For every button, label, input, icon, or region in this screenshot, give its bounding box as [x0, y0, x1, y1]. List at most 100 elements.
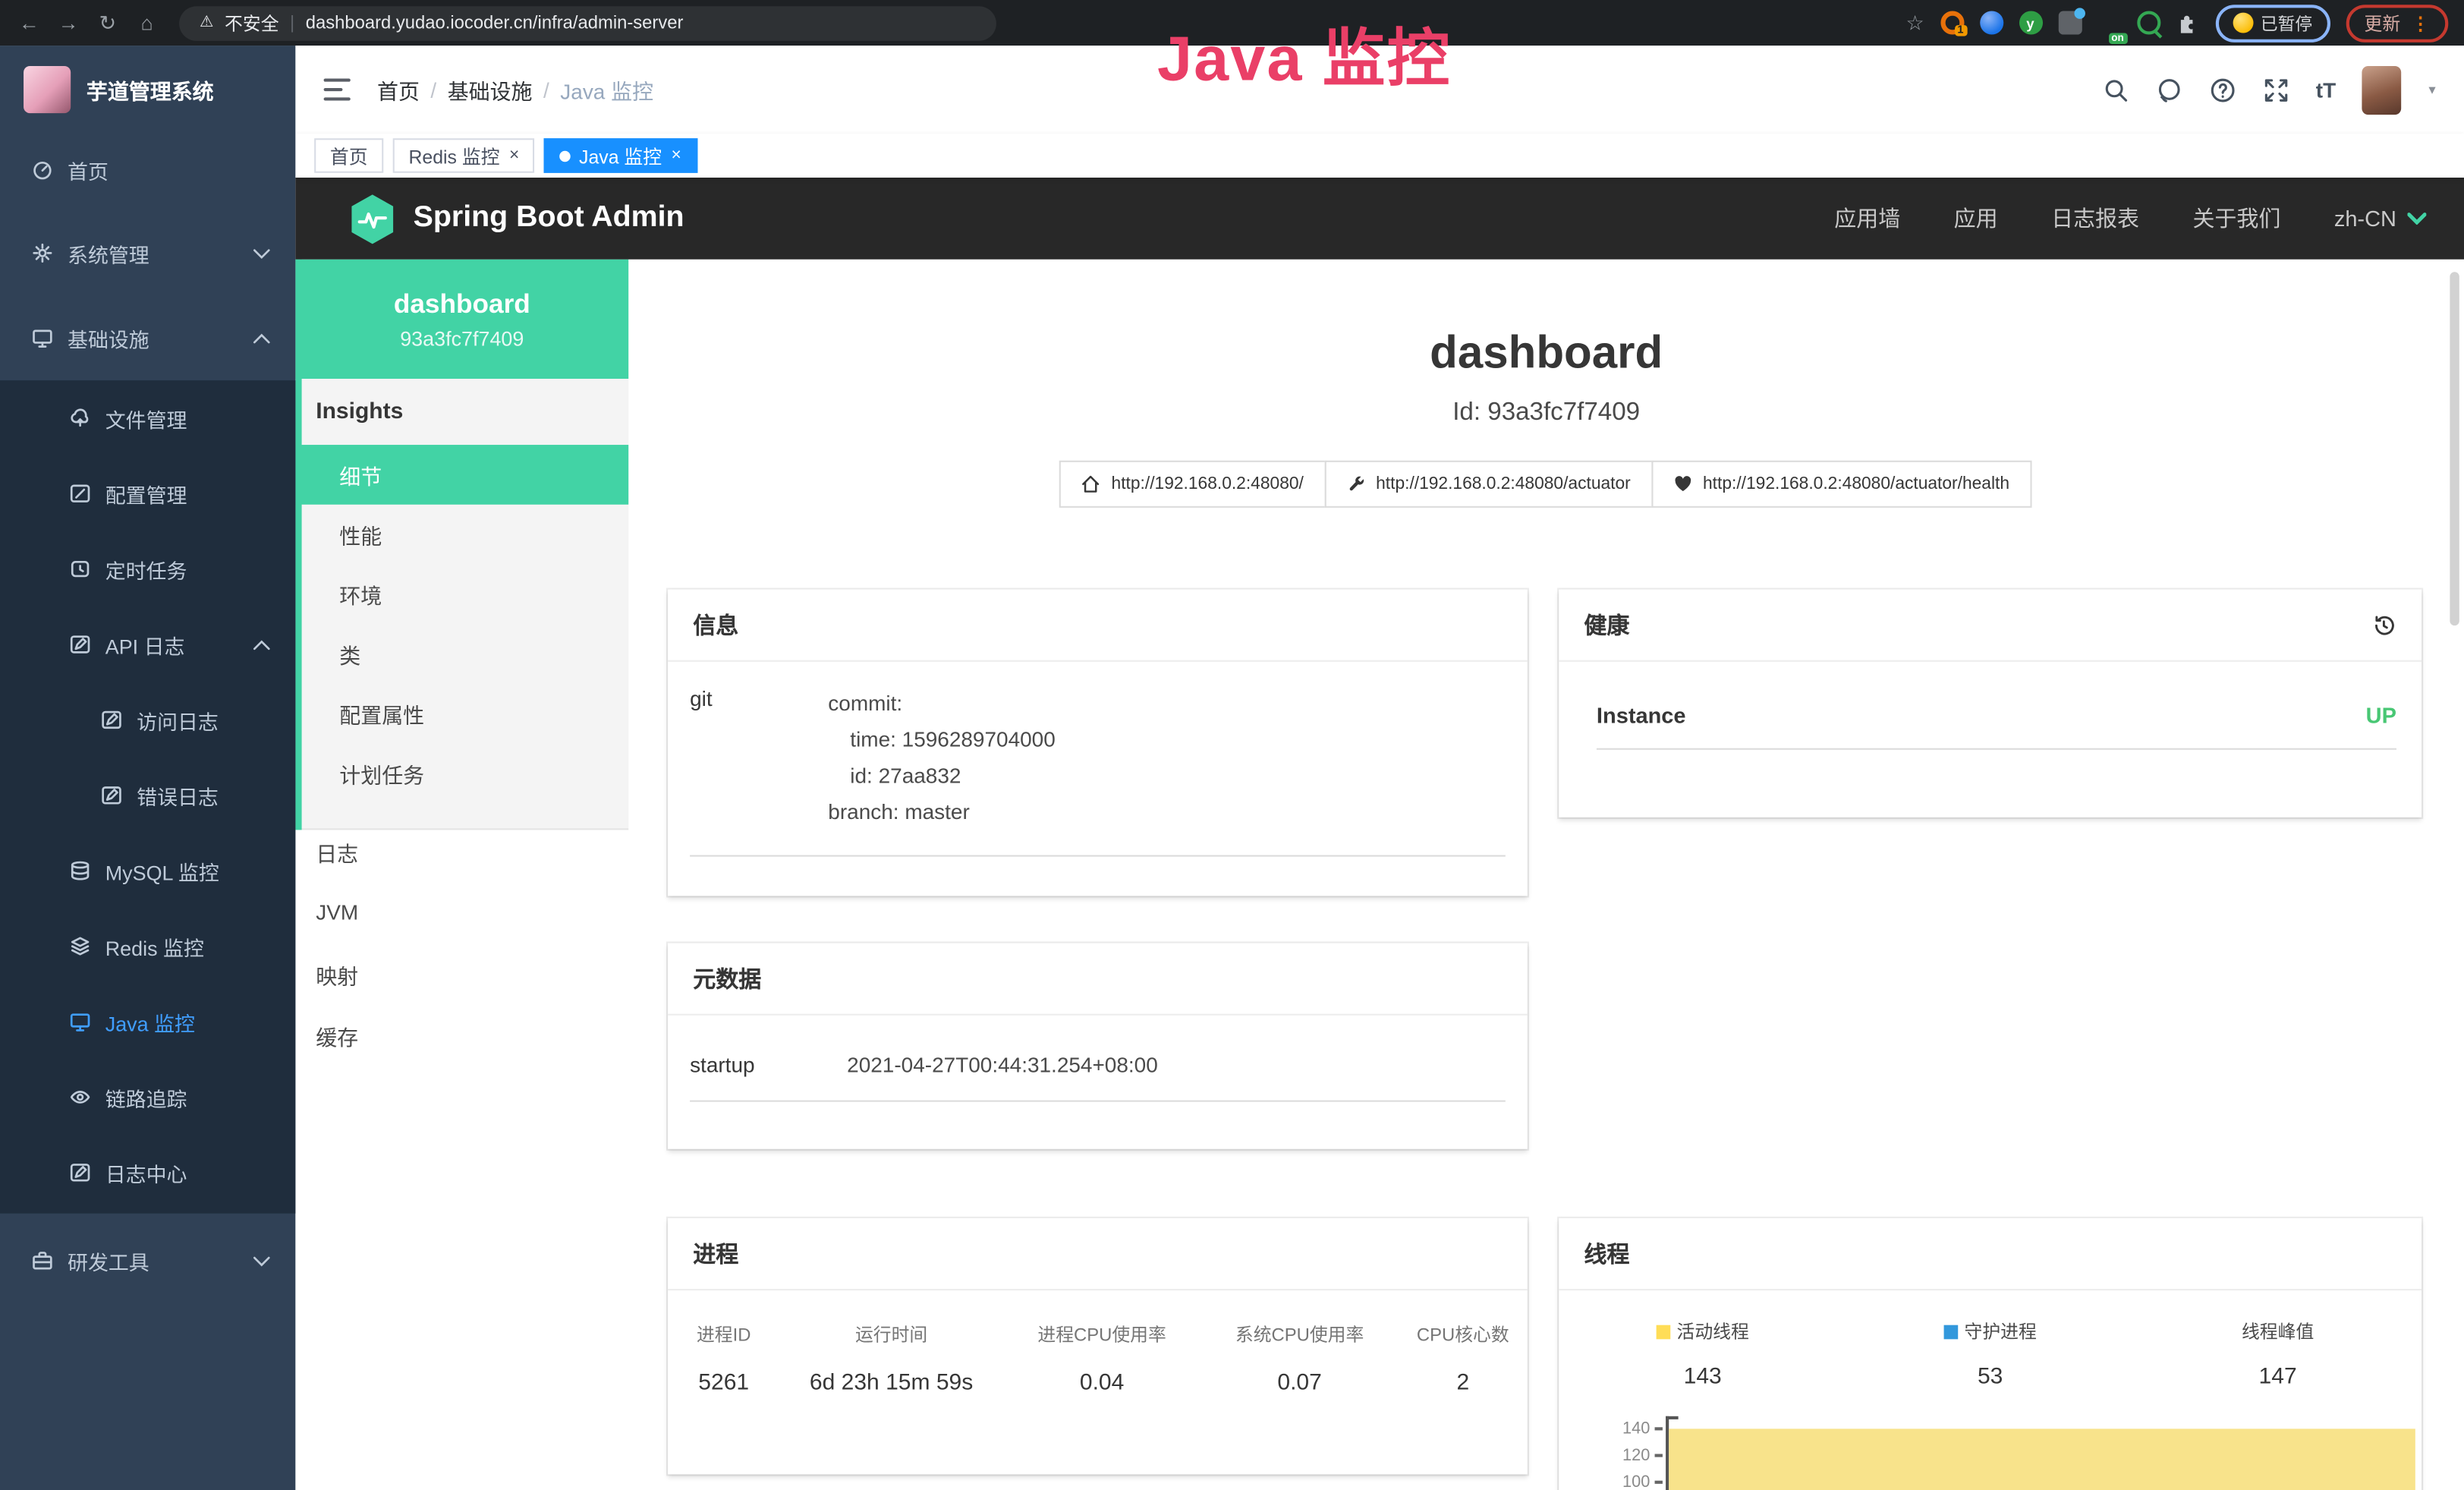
threads-values: 143 53 147 [1559, 1344, 2422, 1390]
help-icon[interactable] [2209, 76, 2236, 102]
threads-legend: 活动线程 守护进程 线程峰值 [1559, 1290, 2422, 1344]
sidebar-item-devtools[interactable]: 研发工具 [0, 1223, 295, 1298]
breadcrumb-home[interactable]: 首页 [377, 74, 420, 105]
sidebar-item-java-monitor[interactable]: Java 监控 [0, 984, 295, 1059]
git-id-line: id: 27aa832 [828, 759, 1055, 795]
breadcrumb-infrastructure[interactable]: 基础设施 [448, 74, 533, 105]
extension-zoom-icon[interactable] [2136, 11, 2160, 34]
panel-item-metrics[interactable]: 性能 [295, 505, 628, 565]
panel-item-details[interactable]: 细节 [295, 445, 628, 505]
instance-id: 93a3fc7f7409 [295, 326, 628, 350]
update-button[interactable]: 更新 ⋮ [2346, 4, 2449, 42]
fullscreen-icon[interactable] [2262, 76, 2289, 102]
panel-item-caches[interactable]: 缓存 [295, 1004, 628, 1066]
panel-item-environment[interactable]: 环境 [295, 564, 628, 624]
sidebar-submenu: 文件管理 配置管理 定时任务 API 日志 访问日志 错误日志 [0, 380, 295, 1214]
tab-close-icon[interactable]: × [672, 146, 681, 165]
instance-home-link[interactable]: http://192.168.0.2:48080/ [1059, 461, 1326, 508]
process-cpu-value: 0.04 [1003, 1371, 1201, 1396]
sidebar-item-tracing[interactable]: 链路追踪 [0, 1060, 295, 1135]
info-card-header: 信息 [668, 590, 1528, 662]
content-scrollbar[interactable] [2450, 272, 2459, 625]
sidebar-item-api-log[interactable]: API 日志 [0, 606, 295, 682]
sidebar-item-redis-monitor[interactable]: Redis 监控 [0, 909, 295, 984]
not-secure-label[interactable]: 不安全 [225, 10, 278, 35]
page-title: dashboard [628, 329, 2464, 380]
metadata-card-header: 元数据 [668, 943, 1528, 1015]
legend-live-threads: 活动线程 [1559, 1318, 1846, 1344]
paused-label: 已暂停 [2261, 10, 2312, 35]
sidebar-item-file-manage[interactable]: 文件管理 [0, 380, 295, 455]
instance-actuator-link[interactable]: http://192.168.0.2:48080/actuator [1324, 461, 1653, 508]
tab-close-icon[interactable]: × [509, 146, 519, 165]
legend-daemon-threads: 守护进程 [1846, 1318, 2134, 1344]
instance-header[interactable]: dashboard 93a3fc7f7409 [295, 260, 628, 379]
panel-item-mappings[interactable]: 映射 [295, 943, 628, 1004]
browser-reload-icon[interactable]: ↻ [94, 10, 121, 35]
monitor-icon [31, 327, 53, 349]
panel-item-logs[interactable]: 日志 [295, 821, 628, 882]
browser-forward-icon[interactable]: → [55, 11, 81, 34]
panel-item-scheduled-tasks[interactable]: 计划任务 [295, 743, 628, 803]
card-title: 线程 [1584, 1237, 1629, 1270]
extension-orange-icon[interactable]: 1 [1940, 11, 1963, 34]
user-avatar[interactable] [2362, 65, 2402, 114]
sba-nav-applications[interactable]: 应用 [1954, 203, 1998, 234]
avatar-caret-icon[interactable]: ▾ [2428, 81, 2435, 99]
hamburger-icon[interactable] [324, 78, 351, 101]
extension-pin-icon[interactable] [1979, 11, 2003, 34]
health-card-header: 健康 [1559, 590, 2422, 662]
panel-item-classes[interactable]: 类 [295, 624, 628, 684]
paused-badge[interactable]: 已暂停 [2215, 4, 2330, 42]
browser-back-icon[interactable]: ← [16, 11, 42, 34]
eye-icon [69, 1086, 91, 1108]
chevron-up-icon [253, 332, 270, 343]
card-title: 信息 [693, 608, 738, 641]
instance-health-link[interactable]: http://192.168.0.2:48080/actuator/health [1651, 461, 2031, 508]
sidebar-item-system[interactable]: 系统管理 [0, 216, 295, 291]
app-logo[interactable]: 芋道管理系统 [0, 46, 295, 134]
text-size-icon[interactable]: tT [2316, 78, 2336, 102]
health-card: 健康 Instance UP [1559, 590, 2422, 817]
card-title: 元数据 [693, 962, 761, 994]
metadata-startup-row: startup 2021-04-27T00:44:31.254+08:00 [690, 1053, 1506, 1101]
not-secure-warning-icon: ⚠ [200, 14, 214, 32]
history-icon[interactable] [2371, 613, 2396, 638]
browser-menu-kebab-icon[interactable]: ⋮ [2412, 12, 2430, 34]
sidebar-item-mysql-monitor[interactable]: MySQL 监控 [0, 833, 295, 909]
sidebar-item-access-log[interactable]: 访问日志 [0, 682, 295, 758]
sidebar-item-config-manage[interactable]: 配置管理 [0, 456, 295, 531]
extension-list-icon[interactable]: on [2097, 11, 2120, 34]
sba-logo-icon [349, 193, 396, 244]
sidebar-item-home[interactable]: 首页 [0, 132, 295, 207]
process-col-pid: 进程ID [668, 1322, 779, 1347]
panel-item-config-props[interactable]: 配置属性 [295, 684, 628, 744]
github-icon[interactable] [2156, 76, 2182, 102]
url-text[interactable]: dashboard.yudao.iocoder.cn/infra/admin-s… [306, 14, 684, 33]
address-bar[interactable]: ⚠ 不安全 | dashboard.yudao.iocoder.cn/infra… [179, 5, 996, 40]
sidebar-item-log-center[interactable]: 日志中心 [0, 1135, 295, 1210]
extensions-puzzle-icon[interactable] [2176, 11, 2199, 34]
panel-item-jvm[interactable]: JVM [295, 882, 628, 943]
sba-locale-select[interactable]: zh-CN [2334, 206, 2426, 231]
timer-icon [69, 558, 91, 580]
tab-java-monitor[interactable]: Java 监控 × [544, 138, 697, 173]
metadata-card: 元数据 startup 2021-04-27T00:44:31.254+08:0… [668, 943, 1528, 1148]
bookmark-star-icon[interactable]: ☆ [1906, 10, 1924, 35]
browser-home-icon[interactable]: ⌂ [134, 11, 160, 34]
sba-brand[interactable]: Spring Boot Admin [349, 193, 684, 244]
extension-grid-icon[interactable] [2058, 11, 2082, 34]
tab-home[interactable]: 首页 [314, 138, 383, 173]
sba-nav-journal[interactable]: 日志报表 [2051, 203, 2139, 234]
search-icon[interactable] [2102, 76, 2129, 102]
sidebar-item-label: 错误日志 [137, 780, 219, 810]
extension-y-icon[interactable]: y [2019, 11, 2042, 34]
sba-nav-about[interactable]: 关于我们 [2192, 203, 2280, 234]
sidebar-item-infrastructure[interactable]: 基础设施 [0, 301, 295, 376]
sidebar-item-error-log[interactable]: 错误日志 [0, 758, 295, 833]
panel-scrollbar[interactable] [295, 260, 301, 830]
y-axis-line [1666, 1416, 1668, 1490]
tab-redis-monitor[interactable]: Redis 监控 × [393, 138, 535, 173]
sidebar-item-scheduled-jobs[interactable]: 定时任务 [0, 531, 295, 606]
sba-nav-wallboard[interactable]: 应用墙 [1834, 203, 1900, 234]
